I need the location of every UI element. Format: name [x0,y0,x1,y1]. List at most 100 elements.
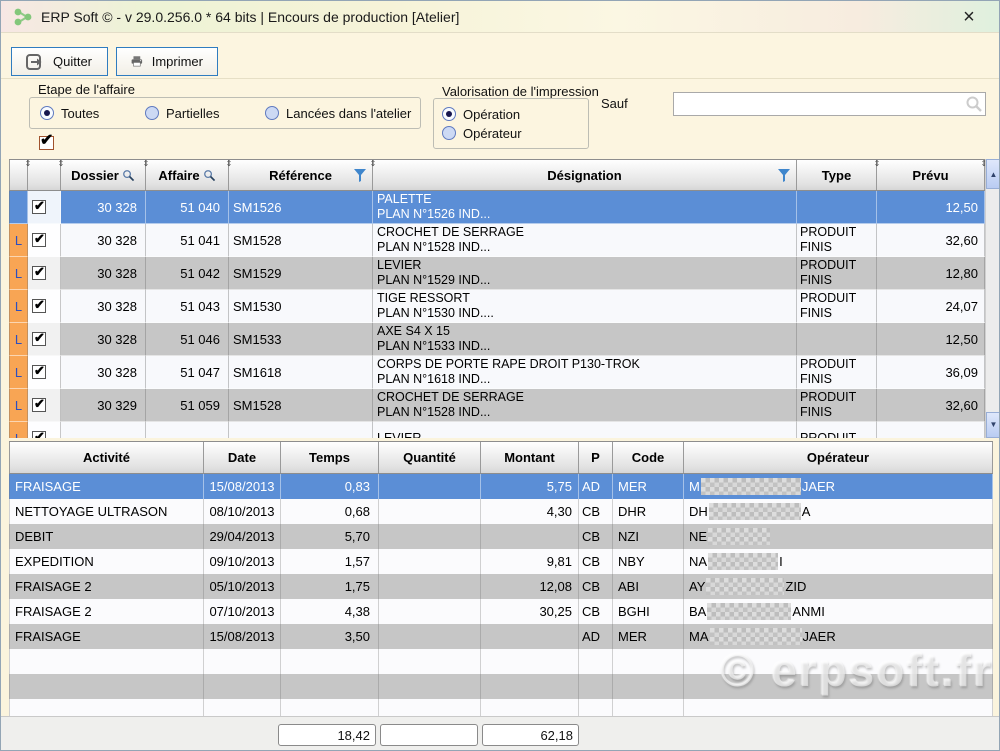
table-row[interactable]: L 30 328 51 047 SM1618 CORPS DE PORTE RA… [9,356,985,389]
cell-p: CB [579,524,613,549]
radio-icon[interactable] [265,106,279,120]
column-splitter-icon[interactable]: ⇕ [370,160,377,168]
table-row[interactable]: L 30 328 51 042 SM1529 LEVIERPLAN N°1529… [9,257,985,290]
search-column-icon[interactable] [122,169,135,182]
filter-funnel-icon[interactable] [778,169,790,182]
checkbox-checked-icon[interactable] [32,200,46,214]
header-p[interactable]: P [579,442,613,473]
radio-partielles-label: Partielles [166,106,219,121]
radio-partielles[interactable]: Partielles [145,106,265,121]
cell-designation: CROCHET DE SERRAGEPLAN N°1528 IND... [377,225,524,255]
operation-row[interactable]: FRAISAGE 2 07/10/2013 4,38 30,25 CB BGHI… [9,599,993,624]
column-splitter-icon[interactable]: ⇕ [58,160,65,168]
cell-affaire [146,422,229,438]
radio-selected-icon[interactable] [442,107,456,121]
header-type-label: Type [822,168,851,183]
row-check-cell[interactable] [28,356,61,389]
cell-reference: SM1530 [229,290,373,323]
quit-button[interactable]: Quitter [11,47,108,76]
header-type[interactable]: Type [797,160,877,190]
row-check-cell[interactable] [28,257,61,290]
header-check-column[interactable] [28,160,61,190]
row-flag: L [9,389,28,422]
header-date[interactable]: Date [204,442,281,473]
operation-row[interactable]: FRAISAGE 15/08/2013 3,50 AD MER MAJAER [9,624,993,649]
header-affaire[interactable]: Affaire [146,160,229,190]
print-button[interactable]: Imprimer [116,47,218,76]
radio-icon[interactable] [145,106,159,120]
table-row[interactable]: L 30 328 51 043 SM1530 TIGE RESSORTPLAN … [9,290,985,323]
header-temps[interactable]: Temps [281,442,379,473]
cell-activite: FRAISAGE 2 [9,574,204,599]
cell-operateur: NAI [684,549,993,574]
checkbox-checked-icon[interactable] [32,431,46,438]
select-all-checkbox[interactable] [39,136,54,150]
column-splitter-icon[interactable]: ⇕ [226,160,233,168]
cell-p: AD [579,624,613,649]
cell-reference: SM1533 [229,323,373,356]
header-reference[interactable]: Référence [229,160,373,190]
cell-reference: SM1526 [229,191,373,224]
total-montant-field[interactable]: 62,18 [482,724,579,746]
column-splitter-icon[interactable]: ⇕ [143,160,150,168]
operation-row[interactable]: EXPEDITION 09/10/2013 1,57 9,81 CB NBY N… [9,549,993,574]
operation-row[interactable]: FRAISAGE 2 05/10/2013 1,75 12,08 CB ABI … [9,574,993,599]
header-montant[interactable]: Montant [481,442,579,473]
header-prevu[interactable]: Prévu [877,160,985,190]
radio-operateur[interactable]: Opérateur [442,126,588,141]
empty-row[interactable] [9,699,993,716]
column-splitter-icon[interactable]: ⇕ [874,160,881,168]
operation-row[interactable]: NETTOYAGE ULTRASON 08/10/2013 0,68 4,30 … [9,499,993,524]
empty-row[interactable] [9,649,993,674]
total-temps-field[interactable]: 18,42 [278,724,376,746]
header-designation[interactable]: Désignation [373,160,797,190]
operation-row[interactable]: FRAISAGE 15/08/2013 0,83 5,75 AD MER MJA… [9,474,993,499]
checkbox-checked-icon[interactable] [32,398,46,412]
row-check-cell[interactable] [28,191,61,224]
cell-designation: CORPS DE PORTE RAPE DROIT P130-TROKPLAN … [377,357,640,387]
header-operateur[interactable]: Opérateur [684,442,993,473]
cell-date: 08/10/2013 [204,499,281,524]
header-quantite[interactable]: Quantité [379,442,481,473]
checkbox-checked-icon[interactable] [32,365,46,379]
row-check-cell[interactable] [28,224,61,257]
empty-row[interactable] [9,674,993,699]
row-check-cell[interactable] [28,422,61,438]
cell-type: PRODUITFINIS [800,291,856,321]
header-activite[interactable]: Activité [9,442,204,473]
table-row[interactable]: L 30 329 51 059 SM1528 CROCHET DE SERRAG… [9,389,985,422]
scroll-down-button[interactable]: ▼ [986,412,1000,438]
column-splitter-icon[interactable]: ⇕ [25,160,32,168]
header-dossier[interactable]: Dossier [61,160,146,190]
table-row[interactable]: L 30 328 51 041 SM1528 CROCHET DE SERRAG… [9,224,985,257]
operation-row[interactable]: DEBIT 29/04/2013 5,70 CB NZI NE [9,524,993,549]
search-icon[interactable] [965,95,983,113]
radio-icon[interactable] [442,126,456,140]
filter-funnel-icon[interactable] [354,169,366,182]
search-column-icon[interactable] [203,169,216,182]
search-input[interactable] [676,94,962,114]
total-quantite-field[interactable] [380,724,478,746]
checkbox-checked-icon[interactable] [32,266,46,280]
cell-montant: 4,30 [481,499,579,524]
radio-operation[interactable]: Opération [442,107,588,122]
scroll-up-button[interactable]: ▲ [986,159,1000,189]
header-code[interactable]: Code [613,442,684,473]
vertical-scrollbar[interactable]: ▲ ▼ [985,159,1000,438]
radio-toutes[interactable]: Toutes [40,106,145,121]
row-check-cell[interactable] [28,290,61,323]
table-row[interactable]: L LEVIER PRODUIT [9,422,985,438]
checkbox-checked-icon[interactable] [32,233,46,247]
row-check-cell[interactable] [28,389,61,422]
close-button[interactable]: × [957,6,981,30]
checkbox-checked-icon[interactable] [32,332,46,346]
radio-selected-icon[interactable] [40,106,54,120]
cell-p: CB [579,599,613,624]
checkbox-checked-icon[interactable] [32,299,46,313]
table-row[interactable]: L 30 328 51 046 SM1533 AXE S4 X 15PLAN N… [9,323,985,356]
title-bar[interactable]: ERP Soft © - v 29.0.256.0 * 64 bits | En… [1,1,999,33]
radio-lancees[interactable]: Lancées dans l'atelier [265,106,411,121]
table-row[interactable]: 30 328 51 040 SM1526 PALETTEPLAN N°1526 … [9,191,985,224]
row-check-cell[interactable] [28,323,61,356]
cell-affaire: 51 042 [146,257,229,290]
